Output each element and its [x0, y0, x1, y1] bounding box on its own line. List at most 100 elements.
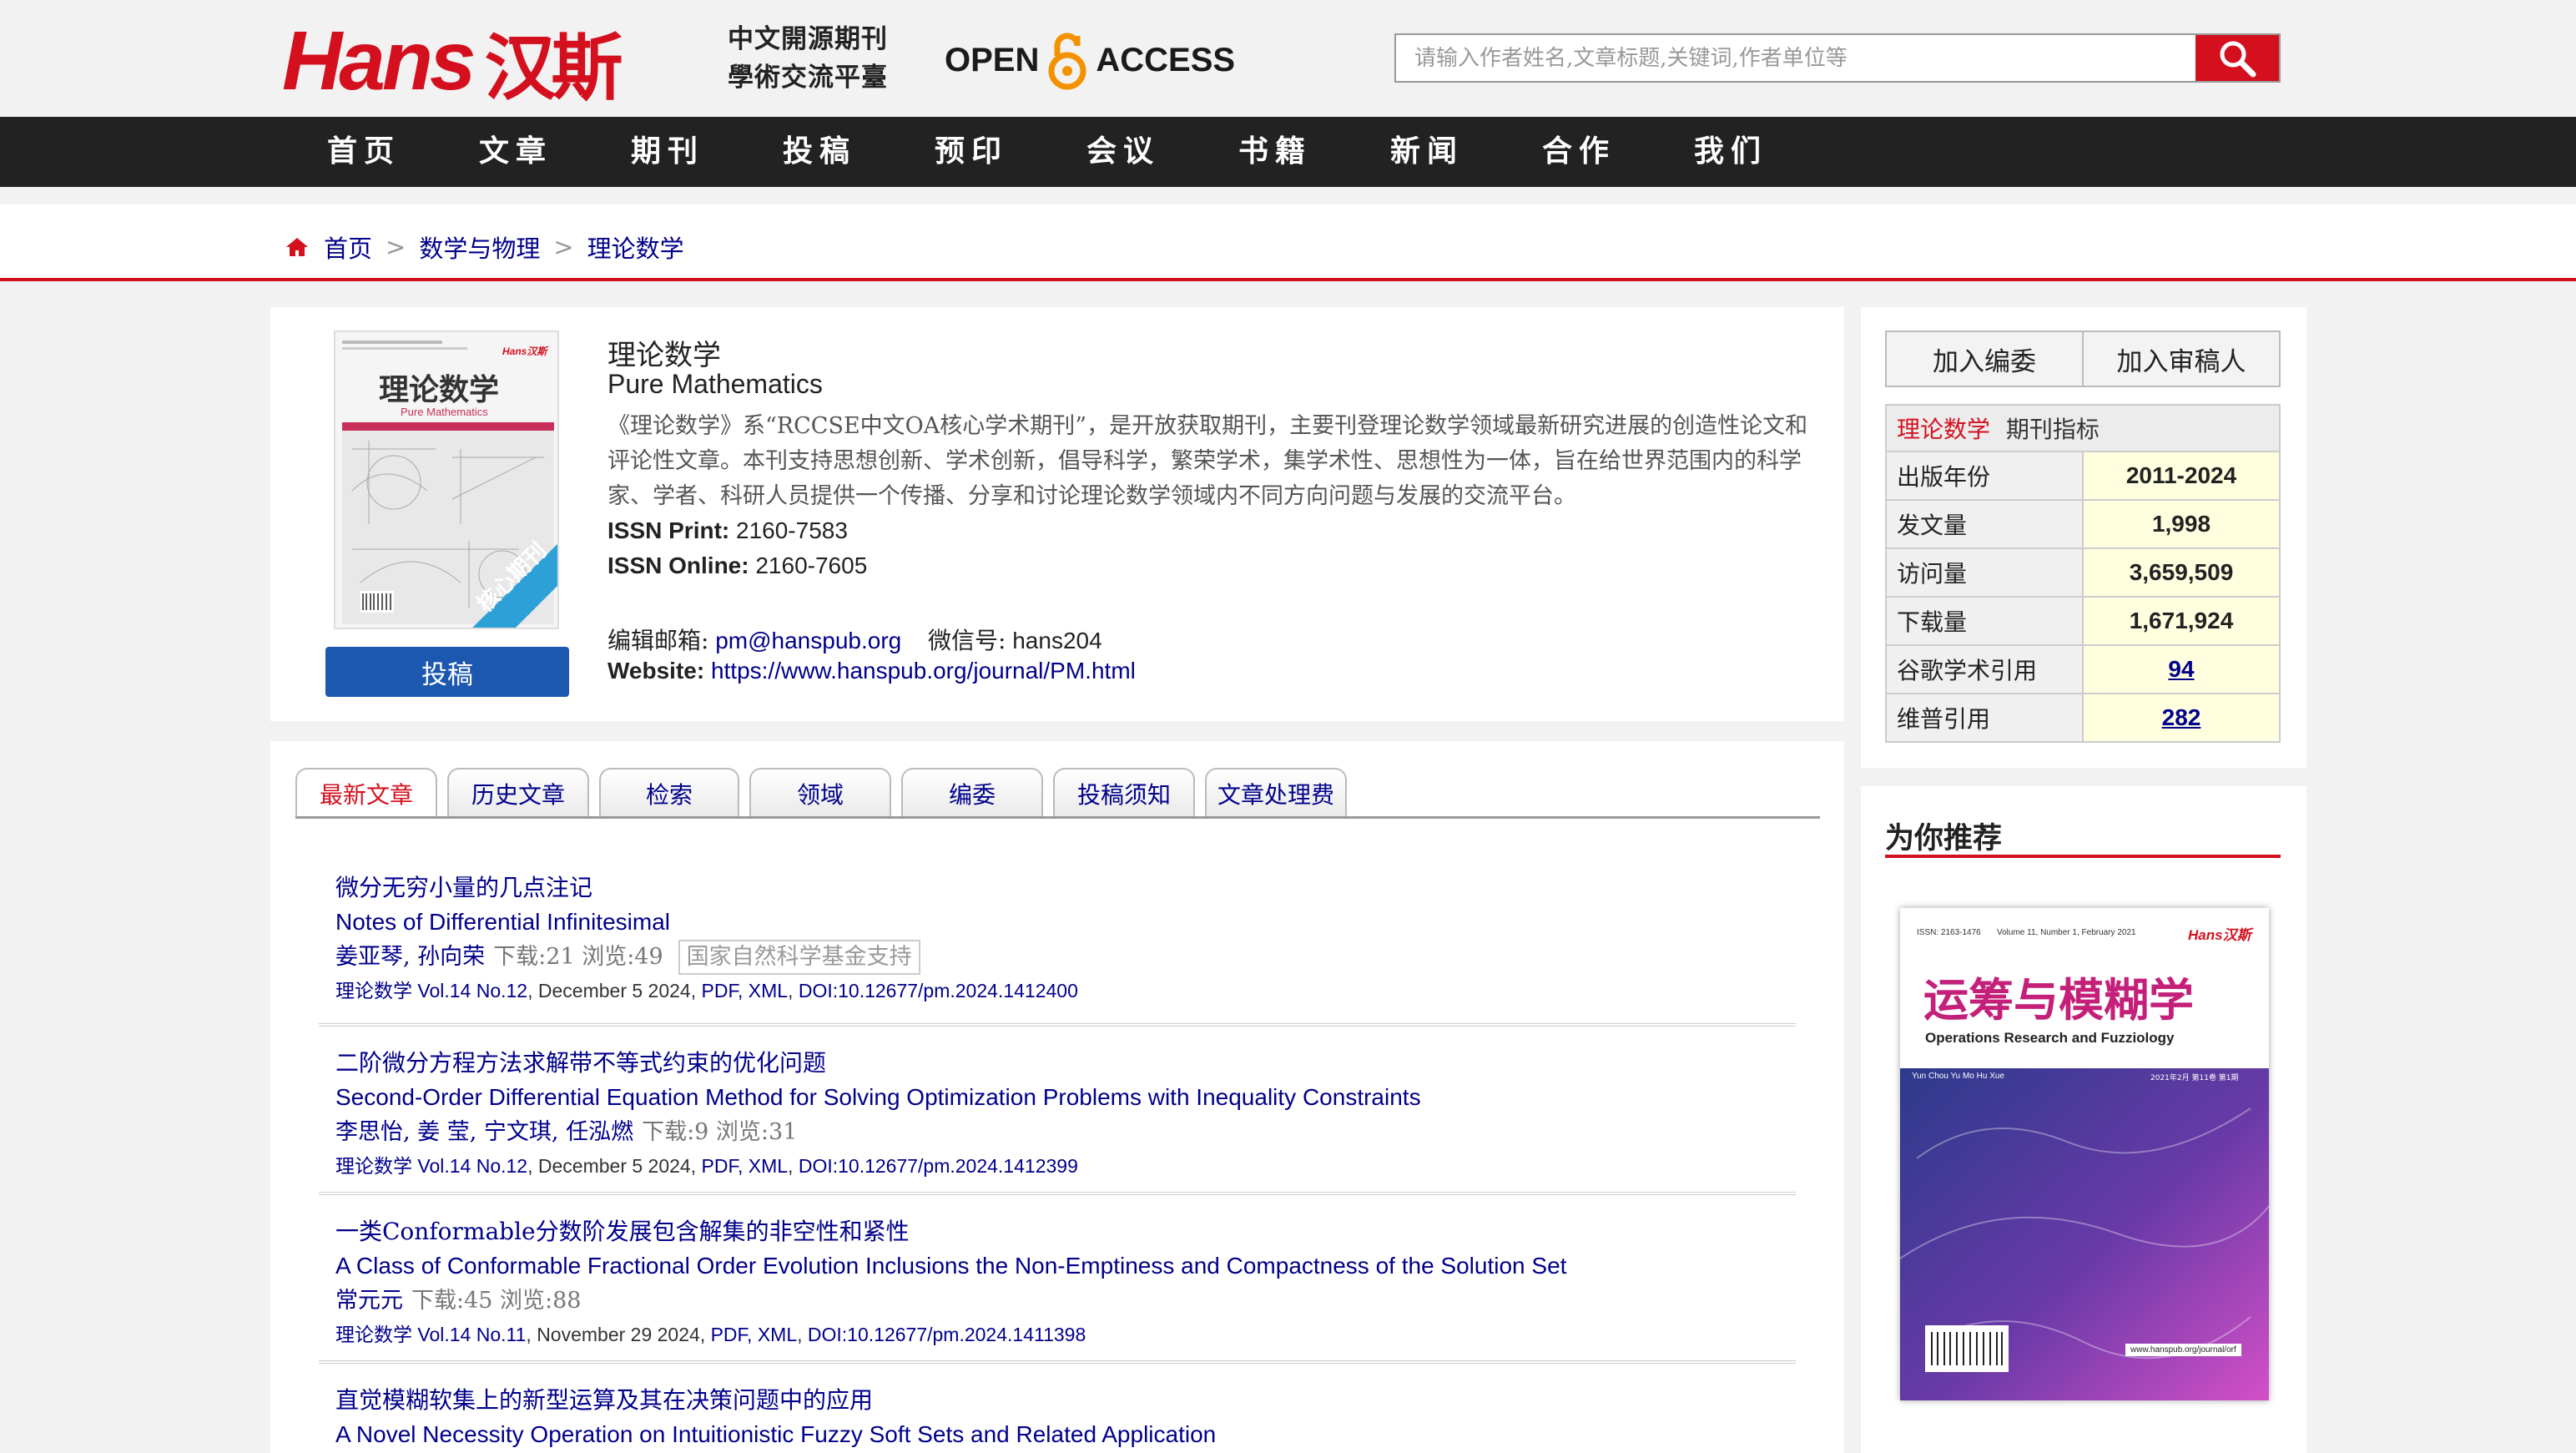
recommend-underline — [1885, 855, 2281, 858]
article-title-en[interactable]: A Novel Necessity Operation on Intuition… — [335, 1417, 1216, 1452]
article-authors[interactable]: 姜亚琴, 孙向荣 — [335, 940, 485, 975]
breadcrumb-separator: > — [553, 233, 574, 261]
metric-row: 维普引用 282 — [1885, 693, 2281, 743]
join-editorial-button[interactable]: 加入编委 — [1887, 332, 2084, 386]
nav-submit[interactable]: 投稿 — [783, 117, 856, 187]
nav-preprint[interactable]: 预印 — [935, 117, 1008, 187]
article-doi[interactable]: DOI:10.12677/pm.2024.1412400 — [799, 980, 1078, 1001]
breadcrumb-category[interactable]: 数学与物理 — [419, 230, 540, 265]
metric-label: 访问量 — [1885, 547, 2084, 598]
join-reviewer-button[interactable]: 加入审稿人 — [2084, 332, 2279, 386]
fund-badge: 国家自然科学基金支持 — [678, 940, 920, 975]
journal-description: 《理论数学》系“RCCSE中文OA核心学术期刊”，是开放获取期刊，主要刊登理论数… — [607, 413, 1808, 509]
journal-title-cn: 理论数学 — [607, 339, 721, 372]
metric-row: 谷歌学术引用 94 — [1885, 644, 2281, 694]
search-button[interactable] — [2195, 35, 2279, 81]
open-lock-icon — [1046, 29, 1089, 91]
article-issue[interactable]: Vol.14 No.11 — [417, 1324, 526, 1345]
article-item: 直觉模糊软集上的新型运算及其在决策问题中的应用 A Novel Necessit… — [335, 1384, 1216, 1452]
article-meta: 理论数学 Vol.14 No.11, November 29 2024, PDF… — [335, 1324, 1086, 1346]
article-title-en[interactable]: Notes of Differential Infinitesimal — [335, 905, 1078, 940]
wechat-value: hans204 — [1012, 628, 1102, 653]
issn-online-value: 2160-7605 — [755, 552, 868, 578]
metrics-journal-name: 理论数学 — [1897, 416, 1991, 443]
metric-row: 出版年份 2011-2024 — [1885, 451, 2281, 501]
article-item: 微分无穷小量的几点注记 Notes of Differential Infini… — [335, 871, 1078, 1007]
nav-conference[interactable]: 会议 — [1086, 117, 1160, 187]
nav-books[interactable]: 书籍 — [1238, 117, 1312, 187]
metric-value: 3,659,509 — [2082, 547, 2281, 598]
article-journal[interactable]: 理论数学 — [335, 981, 412, 1002]
journal-title-en: Pure Mathematics — [607, 369, 823, 399]
metric-value: 1,671,924 — [2082, 596, 2281, 646]
article-title-en[interactable]: Second-Order Differential Equation Metho… — [335, 1080, 1421, 1115]
metrics-title: 期刊指标 — [2005, 416, 2100, 443]
tab-processing-fee[interactable]: 文章处理费 — [1205, 768, 1347, 818]
site-header: Hans 汉斯 中文開源期刊 學術交流平臺 OPEN ACCESS — [0, 0, 2576, 117]
metric-label: 维普引用 — [1885, 693, 2084, 743]
metric-value-link[interactable]: 282 — [2082, 693, 2281, 743]
article-title-cn[interactable]: 二阶微分方程方法求解带不等式约束的优化问题 — [335, 1047, 1421, 1080]
article-title-cn[interactable]: 一类Conformable分数阶发展包含解集的非空性和紧性 — [335, 1215, 1566, 1249]
article-doi[interactable]: DOI:10.12677/pm.2024.1411398 — [808, 1324, 1086, 1345]
article-authors[interactable]: 李思怡, 姜 莹, 宁文琪, 任泓燃 — [335, 1115, 633, 1150]
rec-cover-title-en: Operations Research and Fuzziology — [1925, 1030, 2175, 1046]
cover-subtitle: Pure Mathematics — [401, 406, 488, 418]
email-link[interactable]: pm@hanspub.org — [715, 628, 901, 653]
metric-value-link[interactable]: 94 — [2082, 644, 2281, 694]
nav-articles[interactable]: 文章 — [479, 117, 552, 187]
article-authors-row: 姜亚琴, 孙向荣 下载:21 浏览:49 国家自然科学基金支持 — [335, 940, 1078, 975]
tab-history-articles[interactable]: 历史文章 — [447, 768, 589, 818]
tab-fields[interactable]: 领域 — [749, 768, 891, 818]
cover-title: 理论数学 — [379, 373, 500, 407]
tab-submission-guide[interactable]: 投稿须知 — [1053, 768, 1195, 818]
nav-home[interactable]: 首页 — [327, 117, 401, 187]
nav-cooperation[interactable]: 合作 — [1542, 117, 1616, 187]
issn-print-label: ISSN Print: — [607, 517, 730, 543]
tab-editorial-board[interactable]: 编委 — [901, 768, 1043, 818]
article-formats[interactable]: PDF, XML — [711, 1324, 798, 1345]
article-stats: 下载:45 浏览:88 — [411, 1288, 582, 1314]
email-label: 编辑邮箱: — [607, 627, 709, 654]
article-title-en[interactable]: A Class of Conformable Fractional Order … — [335, 1249, 1566, 1284]
rec-cover-pinyin: Yun Chou Yu Mo Hu Xue — [1912, 1072, 2005, 1081]
article-divider — [319, 1023, 1796, 1027]
nav-news[interactable]: 新闻 — [1390, 117, 1464, 187]
article-meta: 理论数学 Vol.14 No.12, December 5 2024, PDF,… — [335, 1155, 1078, 1178]
metric-label: 下载量 — [1885, 596, 2084, 646]
breadcrumb-current[interactable]: 理论数学 — [587, 230, 684, 265]
nav-journals[interactable]: 期刊 — [631, 117, 704, 187]
article-date: December 5 2024 — [537, 1155, 691, 1177]
breadcrumb-home[interactable]: 首页 — [324, 230, 372, 265]
article-formats[interactable]: PDF, XML — [702, 980, 789, 1001]
tab-latest-articles[interactable]: 最新文章 — [295, 768, 437, 818]
submit-manuscript-button[interactable]: 投稿 — [325, 647, 569, 697]
home-icon — [286, 238, 308, 256]
journal-cover[interactable]: Hans汉斯 理论数学 Pure Mathematics 核心期刊 — [334, 330, 559, 629]
article-journal[interactable]: 理论数学 — [335, 1324, 412, 1346]
website-link[interactable]: https://www.hanspub.org/journal/PM.html — [711, 658, 1136, 684]
article-date: November 29 2024 — [537, 1324, 700, 1345]
hans-logo[interactable]: Hans 汉斯 — [282, 14, 623, 110]
rec-cover-date: 2021年2月 第11卷 第1期 — [2150, 1074, 2239, 1082]
metrics-header-row: 理论数学 期刊指标 — [1885, 404, 2281, 452]
tagline-line1: 中文開源期刊 — [728, 24, 888, 54]
article-authors-row: 常元元 下载:45 浏览:88 — [335, 1284, 1566, 1319]
article-authors[interactable]: 常元元 — [335, 1284, 403, 1319]
search-input[interactable] — [1396, 35, 2197, 81]
article-issue[interactable]: Vol.14 No.12 — [417, 980, 527, 1001]
issn-online: ISSN Online: 2160-7605 — [607, 552, 867, 579]
article-formats[interactable]: PDF, XML — [702, 1155, 789, 1177]
article-journal[interactable]: 理论数学 — [335, 1156, 412, 1178]
rec-cover-url: www.hanspub.org/journal/orf — [2125, 1344, 2241, 1356]
article-divider — [319, 1360, 1796, 1364]
article-title-cn[interactable]: 直觉模糊软集上的新型运算及其在决策问题中的应用 — [335, 1384, 1216, 1417]
article-doi[interactable]: DOI:10.12677/pm.2024.1412399 — [799, 1155, 1078, 1177]
article-title-cn[interactable]: 微分无穷小量的几点注记 — [335, 871, 1078, 905]
article-issue[interactable]: Vol.14 No.12 — [417, 1155, 527, 1177]
tab-search[interactable]: 检索 — [599, 768, 739, 818]
nav-about[interactable]: 我们 — [1694, 117, 1767, 187]
metric-row: 访问量 3,659,509 — [1885, 547, 2281, 598]
tab-underline — [295, 816, 1820, 819]
recommended-journal-cover[interactable]: ISSN: 2163-1476 Volume 11, Number 1, Feb… — [1900, 908, 2269, 1400]
